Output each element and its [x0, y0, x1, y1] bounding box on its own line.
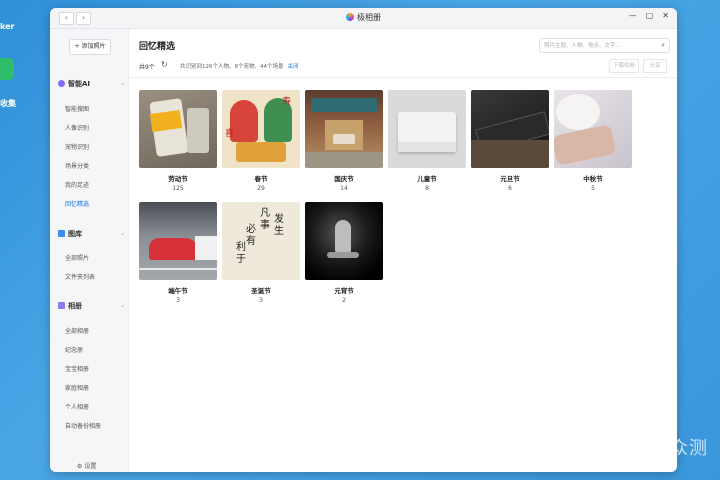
- search-input[interactable]: 照片主题、人物、地点、文字... ⌕: [539, 38, 670, 53]
- sidebar-item-pet-recognition[interactable]: 宠物识别: [65, 142, 89, 151]
- app-window: ‹ › 极相册 — ▢ ✕ + 添加照片 智能AI ⌄ 智能搜图 人像识别 宠物…: [50, 8, 677, 472]
- section-smart-ai-label: 智能AI: [68, 80, 91, 88]
- recognition-summary: 共识别到126个人物、8个宠物、44个场景 关闭: [180, 62, 299, 70]
- memory-count: 29: [257, 185, 265, 192]
- sidebar-item-memorial-album[interactable]: 纪念册: [65, 345, 83, 354]
- memory-thumbnail: 寿 喜: [222, 90, 300, 168]
- memory-count: 125: [172, 185, 184, 192]
- memory-card[interactable]: 国庆节 14: [305, 90, 383, 192]
- memory-count: 3: [259, 297, 263, 304]
- smart-ai-icon: [58, 80, 65, 87]
- section-albums[interactable]: 相册: [58, 301, 82, 311]
- memory-card[interactable]: 中秋节 5: [554, 90, 632, 192]
- sidebar-item-auto-backup-album[interactable]: 自动备份相册: [65, 421, 101, 430]
- sidebar-item-smart-search[interactable]: 智能搜图: [65, 104, 89, 113]
- memory-name: 元宵节: [334, 287, 354, 295]
- desktop-text-fragment: 收集: [0, 99, 16, 108]
- settings-label: 设置: [84, 463, 97, 470]
- download-album-button[interactable]: 下载相册: [609, 59, 639, 73]
- page-title: 回忆精选: [139, 42, 176, 52]
- sidebar-item-my-footprint[interactable]: 我的足迹: [65, 180, 89, 189]
- window-title: 极相册: [50, 12, 677, 23]
- title-bar: ‹ › 极相册 — ▢ ✕: [50, 8, 677, 29]
- memory-name: 圣诞节: [251, 287, 271, 295]
- memory-count: 6: [508, 185, 512, 192]
- search-icon[interactable]: ⌕: [661, 41, 665, 50]
- memory-name: 儿童节: [417, 175, 437, 183]
- desktop-app-icon[interactable]: [0, 58, 14, 80]
- section-albums-label: 相册: [68, 302, 82, 310]
- memory-thumbnail: [139, 202, 217, 280]
- memory-card[interactable]: 凡事 发生 必有 利于 圣诞节 3: [222, 202, 300, 304]
- memory-thumbnail: [305, 202, 383, 280]
- window-controls: — ▢ ✕: [629, 11, 669, 20]
- share-button[interactable]: 分享: [643, 59, 667, 73]
- maximize-icon[interactable]: ▢: [646, 11, 654, 20]
- memory-name: 春节: [254, 175, 268, 183]
- sidebar-item-all-photos[interactable]: 全部照片: [65, 253, 89, 262]
- minimize-icon[interactable]: —: [629, 11, 637, 20]
- sidebar-item-family-album[interactable]: 家庭相册: [65, 383, 89, 392]
- memory-count: 3: [176, 297, 180, 304]
- memory-name: 端午节: [168, 287, 188, 295]
- close-icon[interactable]: ✕: [662, 11, 669, 20]
- sidebar-item-memories[interactable]: 回忆精选: [65, 199, 89, 208]
- add-photo-button[interactable]: + 添加照片: [69, 39, 111, 55]
- memory-card[interactable]: 元旦节 6: [471, 90, 549, 192]
- memory-name: 劳动节: [168, 175, 188, 183]
- section-gallery-label: 图库: [68, 230, 82, 238]
- search-placeholder: 照片主题、人物、地点、文字...: [544, 43, 621, 49]
- watermark-text: 新浪众测: [632, 438, 708, 459]
- close-summary-link[interactable]: 关闭: [288, 64, 299, 70]
- memory-thumbnail: [471, 90, 549, 168]
- memory-card[interactable]: 元宵节 2: [305, 202, 383, 304]
- gallery-icon: [58, 230, 65, 237]
- section-smart-ai[interactable]: 智能AI: [58, 79, 90, 89]
- sidebar-item-all-albums[interactable]: 全部相册: [65, 326, 89, 335]
- memory-thumbnail: [388, 90, 466, 168]
- memory-card[interactable]: 寿 喜 春节 29: [222, 90, 300, 192]
- total-count: 共9个: [139, 64, 155, 71]
- chevron-down-icon[interactable]: ⌄: [120, 80, 125, 87]
- memory-count: 5: [591, 185, 595, 192]
- section-gallery[interactable]: 图库: [58, 229, 82, 239]
- memory-count: 14: [340, 185, 348, 192]
- memory-thumbnail: [305, 90, 383, 168]
- app-logo-icon: [346, 13, 354, 21]
- divider: [129, 77, 677, 78]
- window-title-text: 极相册: [357, 13, 381, 22]
- refresh-icon[interactable]: ↻: [161, 60, 168, 69]
- chevron-down-icon[interactable]: ⌄: [120, 230, 125, 237]
- sidebar-item-scene-category[interactable]: 场景分类: [65, 161, 89, 170]
- memory-name: 国庆节: [334, 175, 354, 183]
- memory-card[interactable]: 端午节 3: [139, 202, 217, 304]
- sidebar-item-folder-list[interactable]: 文件夹列表: [65, 272, 95, 281]
- memory-name: 中秋节: [583, 175, 603, 183]
- album-icon: [58, 302, 65, 309]
- sidebar-item-face-recognition[interactable]: 人像识别: [65, 123, 89, 132]
- memory-thumbnail: 凡事 发生 必有 利于: [222, 202, 300, 280]
- memory-name: 元旦节: [500, 175, 520, 183]
- memory-thumbnail: [554, 90, 632, 168]
- memory-thumbnail: [139, 90, 217, 168]
- desktop-text-fragment: ker: [0, 22, 15, 31]
- memory-count: 2: [342, 297, 346, 304]
- memory-count: 8: [425, 185, 429, 192]
- sidebar-item-personal-album[interactable]: 个人相册: [65, 402, 89, 411]
- summary-text: 共识别到126个人物、8个宠物、44个场景: [180, 64, 284, 70]
- sidebar: + 添加照片 智能AI ⌄ 智能搜图 人像识别 宠物识别 场景分类 我的足迹 回…: [50, 29, 129, 472]
- gear-icon: ⚙: [77, 463, 83, 470]
- sidebar-item-baby-album[interactable]: 宝宝相册: [65, 364, 89, 373]
- main-content: 回忆精选 照片主题、人物、地点、文字... ⌕ 共9个 ↻ 共识别到126个人物…: [129, 29, 677, 472]
- memory-card[interactable]: 劳动节 125: [139, 90, 217, 192]
- settings-button[interactable]: ⚙ 设置: [77, 461, 96, 470]
- chevron-down-icon[interactable]: ⌄: [120, 302, 125, 309]
- memory-card[interactable]: 儿童节 8: [388, 90, 466, 192]
